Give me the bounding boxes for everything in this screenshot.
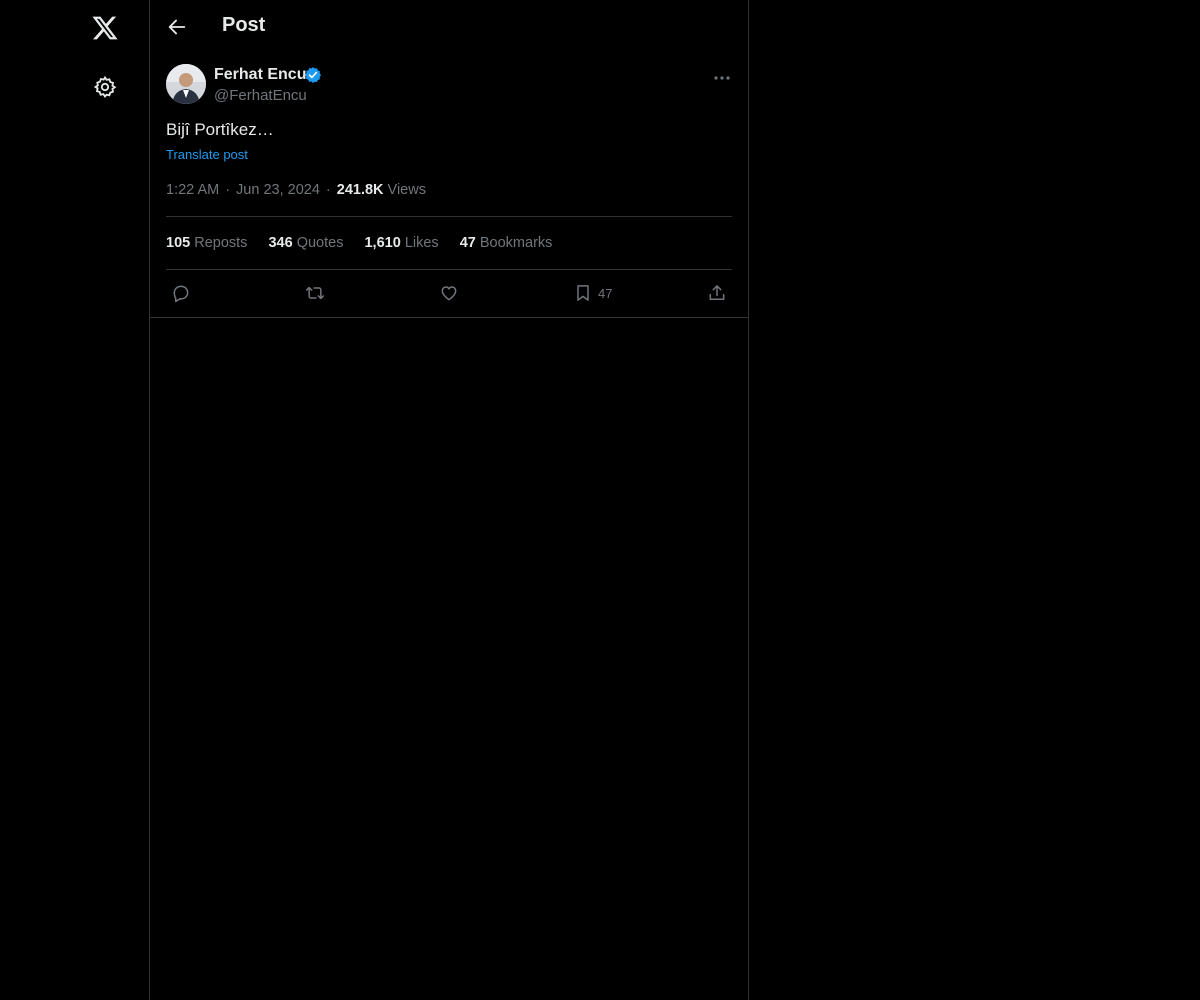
reposts-stat[interactable]: 105 Reposts bbox=[166, 235, 247, 251]
gear-icon[interactable] bbox=[93, 75, 117, 99]
divider bbox=[166, 216, 732, 217]
avatar-image bbox=[166, 64, 206, 104]
bookmark-icon bbox=[577, 285, 589, 301]
translate-post-link[interactable]: Translate post bbox=[166, 147, 248, 162]
more-horizontal-icon[interactable] bbox=[712, 68, 732, 88]
views-label: Views bbox=[387, 182, 426, 198]
page-title: Post bbox=[222, 14, 266, 36]
verified-badge-icon bbox=[305, 67, 322, 83]
tweet-text: Bijî Portîkez… bbox=[166, 120, 274, 139]
divider bbox=[166, 269, 732, 270]
repost-button[interactable] bbox=[305, 281, 325, 305]
reply-icon bbox=[173, 285, 189, 303]
main-column: Post Ferhat Encu @FerhatEncu Bijî Portîk… bbox=[149, 0, 749, 1000]
avatar[interactable] bbox=[166, 64, 206, 104]
action-bar: 47 bbox=[166, 281, 732, 305]
display-name[interactable]: Ferhat Encu bbox=[214, 66, 306, 84]
tweet-time[interactable]: 1:22 AM bbox=[166, 182, 219, 198]
bookmark-count: 47 bbox=[598, 285, 613, 301]
bookmarks-stat[interactable]: 47 Bookmarks bbox=[460, 235, 553, 251]
page-header: Post bbox=[150, 0, 748, 53]
heart-icon bbox=[441, 286, 457, 301]
arrow-left-icon[interactable] bbox=[166, 16, 188, 38]
tweet-bottom-border bbox=[150, 317, 748, 318]
engagement-stats: 105 Reposts 346 Quotes 1,610 Likes 47 Bo… bbox=[166, 235, 569, 251]
repost-icon bbox=[305, 286, 325, 300]
handle[interactable]: @FerhatEncu bbox=[214, 87, 307, 104]
meta-separator: · bbox=[225, 182, 231, 198]
likes-stat[interactable]: 1,610 Likes bbox=[364, 235, 438, 251]
like-button[interactable] bbox=[439, 281, 459, 305]
tweet-date[interactable]: Jun 23, 2024 bbox=[236, 182, 320, 198]
quotes-stat[interactable]: 346 Quotes bbox=[268, 235, 343, 251]
share-button[interactable] bbox=[707, 281, 727, 305]
bookmark-button[interactable]: 47 bbox=[573, 281, 612, 305]
meta-separator: · bbox=[325, 182, 331, 198]
x-logo-icon[interactable] bbox=[91, 14, 119, 42]
tweet-meta: 1:22 AM · Jun 23, 2024 · 241.8K Views bbox=[166, 182, 426, 198]
sidebar bbox=[0, 0, 149, 1000]
views-count: 241.8K bbox=[336, 182, 384, 198]
reply-button[interactable] bbox=[171, 281, 191, 305]
share-icon bbox=[709, 285, 725, 300]
